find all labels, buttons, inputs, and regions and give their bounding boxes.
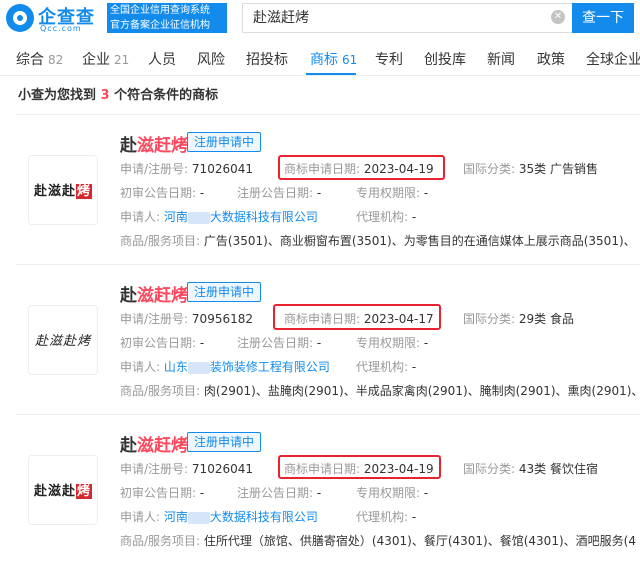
trademark-result-card[interactable]: 赴滋赴烤 赴滋赶烤 注册申请中 申请/注册号: 70956182 商标申请日期:… bbox=[16, 264, 640, 414]
active-tab-indicator bbox=[306, 73, 356, 75]
tab-venture[interactable]: 创投库 bbox=[424, 38, 466, 76]
slogan-line-2: 官方备案企业征信机构 bbox=[110, 20, 210, 31]
tab-bidding[interactable]: 招投标 bbox=[246, 38, 288, 76]
tab-global[interactable]: 全球企业 bbox=[586, 38, 640, 76]
tab-general[interactable]: 综合 82 bbox=[16, 38, 63, 76]
highlight-box bbox=[273, 304, 441, 330]
trademark-name[interactable]: 赴滋赶烤 bbox=[120, 131, 188, 156]
redacted-mask bbox=[187, 511, 210, 524]
result-summary: 小查为您找到 3 个符合条件的商标 bbox=[18, 88, 219, 103]
status-badge: 注册申请中 bbox=[187, 432, 262, 452]
trademark-image[interactable]: 赴滋赴烤 bbox=[28, 455, 98, 525]
category-tabs: 综合 82 企业 21 人员 风险 招投标 商标 61 专利 创投库 新闻 政策 全球… bbox=[0, 38, 640, 76]
trademark-result-card[interactable]: 赴滋赴烤 赴滋赶烤 注册申请中 申请/注册号: 71026041 商标申请日期:… bbox=[16, 414, 640, 564]
top-header: 企查查 Qcc.com 全国企业信用查询系统 官方备案企业征信机构 赴滋赶烤 ✕… bbox=[0, 0, 640, 38]
trademark-name[interactable]: 赴滋赶烤 bbox=[120, 431, 188, 456]
tab-risk[interactable]: 风险 bbox=[197, 38, 225, 76]
applicant-link[interactable]: 河南 大数据科技有限公司 bbox=[164, 510, 318, 524]
tab-news[interactable]: 新闻 bbox=[487, 38, 515, 76]
status-badge: 注册申请中 bbox=[187, 282, 262, 302]
slogan-line-1: 全国企业信用查询系统 bbox=[110, 5, 210, 16]
applicant-link[interactable]: 山东 装饰装修工程有限公司 bbox=[164, 360, 330, 374]
highlight-box bbox=[278, 455, 441, 479]
trademark-image[interactable]: 赴滋赴烤 bbox=[28, 155, 98, 225]
intl-class: 43类 餐饮住宿 bbox=[518, 462, 598, 476]
reg-number: 70956182 bbox=[191, 312, 253, 326]
highlight-box bbox=[278, 155, 445, 180]
tab-company[interactable]: 企业 21 bbox=[82, 38, 129, 76]
clear-search-icon[interactable]: ✕ bbox=[551, 10, 565, 24]
search-input[interactable]: 赴滋赶烤 bbox=[242, 3, 572, 33]
slogan-badge: 全国企业信用查询系统 官方备案企业征信机构 bbox=[107, 3, 227, 33]
goods-list: 住所代理（旅馆、供膳寄宿处）(4301)、餐厅(4301)、餐馆(4301)、酒… bbox=[203, 534, 636, 548]
tab-trademark[interactable]: 商标 61 bbox=[310, 38, 357, 76]
trademark-result-card[interactable]: 赴滋赴烤 赴滋赶烤 注册申请中 申请/注册号: 71026041 商标申请日期:… bbox=[16, 114, 640, 264]
tab-patent[interactable]: 专利 bbox=[375, 38, 403, 76]
redacted-mask bbox=[187, 211, 210, 224]
result-count: 3 bbox=[100, 88, 110, 103]
status-badge: 注册申请中 bbox=[187, 132, 262, 152]
intl-class: 29类 食品 bbox=[518, 312, 574, 326]
applicant-link[interactable]: 河南 大数据科技有限公司 bbox=[164, 210, 318, 224]
goods-list: 广告(3501)、商业橱窗布置(3501)、为零售目的在通信媒体上展示商品(35… bbox=[203, 234, 636, 248]
reg-number: 71026041 bbox=[191, 162, 253, 176]
trademark-name[interactable]: 赴滋赶烤 bbox=[120, 281, 188, 306]
tab-policy[interactable]: 政策 bbox=[537, 38, 565, 76]
trademark-image[interactable]: 赴滋赴烤 bbox=[28, 305, 98, 375]
search-button[interactable]: 查一下 bbox=[572, 3, 634, 33]
brand-domain: Qcc.com bbox=[40, 24, 82, 33]
redacted-mask bbox=[187, 361, 210, 374]
tab-people[interactable]: 人员 bbox=[148, 38, 176, 76]
goods-list: 肉(2901)、盐腌肉(2901)、半成品家禽肉(2901)、腌制肉(2901)… bbox=[203, 384, 640, 398]
reg-number: 71026041 bbox=[191, 462, 253, 476]
qcc-logo-icon[interactable] bbox=[6, 4, 34, 32]
intl-class: 35类 广告销售 bbox=[518, 162, 598, 176]
